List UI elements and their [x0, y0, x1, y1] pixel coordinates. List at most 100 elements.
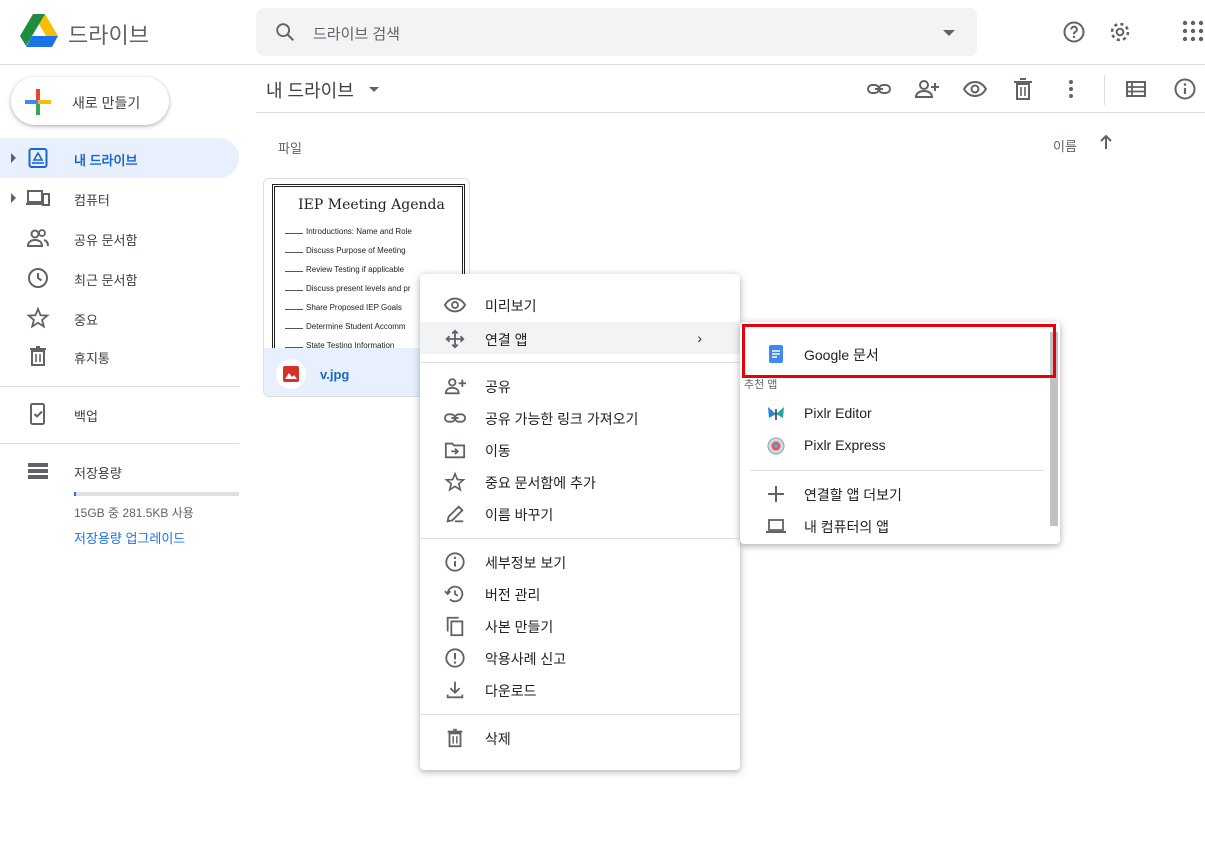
menu-item-move[interactable]: 이동: [420, 433, 740, 465]
files-section-label: 파일: [278, 141, 302, 156]
menu-item-label: 사본 만들기: [485, 619, 554, 635]
menu-item-rename[interactable]: 이름 바꾸기: [420, 497, 740, 529]
settings-gear-icon[interactable]: [1108, 20, 1132, 44]
submenu-section-label: 추천 앱: [744, 379, 778, 391]
sidebar-item-trash[interactable]: 휴지통: [0, 336, 239, 376]
laptop-icon: [766, 516, 786, 536]
menu-item-report-abuse[interactable]: 악용사례 신고: [420, 641, 740, 673]
file-name: v.jpg: [320, 367, 350, 382]
search-icon[interactable]: [274, 21, 296, 43]
sidebar-item-recent[interactable]: 최근 문서함: [0, 258, 239, 298]
app-title[interactable]: 드라이브: [68, 18, 149, 50]
add-person-icon[interactable]: [914, 77, 940, 101]
sidebar-item-label: 저장용량: [74, 466, 122, 481]
menu-item-label: 다운로드: [485, 683, 537, 699]
menu-item-label: 공유: [485, 379, 511, 395]
submenu-item-pixlr-express[interactable]: Pixlr Express: [740, 429, 1050, 461]
menu-item-share[interactable]: 공유: [420, 369, 740, 401]
expand-arrow-icon[interactable]: [11, 153, 16, 163]
header-divider: [1104, 75, 1105, 105]
thumbnail-title: IEP Meeting Agenda: [298, 197, 445, 213]
sidebar-item-label: 공유 문서함: [74, 233, 138, 248]
submenu-item-connect-more-apps[interactable]: 연결할 앱 더보기: [740, 477, 1050, 509]
submenu-item-computer-apps[interactable]: 내 컴퓨터의 앱: [740, 509, 1050, 541]
menu-item-label: 공유 가능한 링크 가져오기: [485, 411, 639, 427]
sidebar-item-storage[interactable]: 저장용량: [0, 451, 239, 491]
breadcrumb[interactable]: 내 드라이브: [266, 77, 354, 103]
image-file-icon: [276, 359, 306, 389]
menu-item-preview[interactable]: 미리보기: [420, 288, 740, 320]
chevron-right-icon: ›: [697, 330, 702, 346]
trash-icon: [444, 727, 466, 749]
shared-people-icon: [26, 226, 50, 250]
sidebar-divider: [0, 443, 239, 444]
sidebar-item-starred[interactable]: 중요: [0, 298, 239, 338]
menu-item-label: 버전 관리: [485, 587, 541, 603]
sidebar-item-shared[interactable]: 공유 문서함: [0, 218, 239, 258]
sidebar-item-label: 백업: [74, 409, 98, 424]
menu-item-versions[interactable]: 버전 관리: [420, 577, 740, 609]
sidebar-item-backup[interactable]: 백업: [0, 394, 239, 434]
star-icon: [26, 306, 50, 330]
link-icon: [444, 407, 466, 429]
thumbnail-line: Share Proposed IEP Goals: [285, 303, 402, 312]
list-view-icon[interactable]: [1125, 77, 1147, 101]
submenu-item-pixlr-editor[interactable]: Pixlr Editor: [740, 397, 1050, 429]
context-menu: 미리보기 연결 앱 › 공유 공유 가능한 링크 가져오기 이동 중요 문서함에…: [420, 274, 740, 770]
thumbnail-line: Discuss Purpose of Meeting: [285, 246, 406, 255]
menu-divider: [420, 714, 740, 715]
storage-progress-fill: [74, 492, 76, 496]
menu-item-open-with[interactable]: 연결 앱 ›: [420, 322, 740, 354]
pencil-icon: [444, 503, 466, 525]
menu-item-label: 세부정보 보기: [485, 555, 567, 571]
search-options-dropdown-icon[interactable]: [943, 30, 955, 36]
clock-icon: [26, 266, 50, 290]
menu-item-label: 악용사례 신고: [485, 651, 567, 667]
backup-icon: [26, 402, 50, 426]
drive-logo-icon[interactable]: [20, 14, 58, 48]
sort-by-name-button[interactable]: 이름: [1053, 136, 1077, 155]
computer-icon: [26, 186, 50, 210]
info-icon[interactable]: [1173, 77, 1197, 101]
search-bar[interactable]: 드라이브 검색: [256, 8, 977, 56]
expand-arrow-icon[interactable]: [11, 193, 16, 203]
sort-ascending-arrow-icon[interactable]: [1097, 133, 1115, 153]
menu-item-download[interactable]: 다운로드: [420, 673, 740, 705]
submenu-item-label: 연결할 앱 더보기: [804, 487, 902, 503]
highlight-annotation-box: [742, 324, 1056, 378]
link-icon[interactable]: [866, 77, 892, 101]
sidebar-item-my-drive[interactable]: 내 드라이브: [0, 138, 239, 178]
delete-trash-icon[interactable]: [1012, 77, 1034, 101]
storage-usage-text: 15GB 중 281.5KB 사용: [74, 506, 194, 520]
menu-item-delete[interactable]: 삭제: [420, 721, 740, 753]
menu-item-get-link[interactable]: 공유 가능한 링크 가져오기: [420, 401, 740, 433]
preview-eye-icon[interactable]: [962, 77, 988, 101]
breadcrumb-dropdown-icon[interactable]: [369, 87, 379, 92]
eye-icon: [444, 294, 466, 316]
apps-grid-icon[interactable]: [1182, 20, 1204, 42]
new-button-label: 새로 만들기: [72, 95, 141, 111]
submenu-item-label: 내 컴퓨터의 앱: [804, 519, 890, 535]
storage-progress-bar: [74, 492, 239, 496]
menu-divider: [420, 538, 740, 539]
content-header: 내 드라이브: [256, 65, 1205, 113]
help-icon[interactable]: [1062, 20, 1086, 44]
upgrade-storage-link[interactable]: 저장용량 업그레이드: [74, 528, 185, 547]
menu-item-label: 연결 앱: [485, 332, 528, 348]
menu-item-label: 이동: [485, 443, 511, 459]
sidebar-item-label: 중요: [74, 313, 98, 328]
menu-item-add-starred[interactable]: 중요 문서함에 추가: [420, 465, 740, 497]
submenu-divider: [750, 470, 1044, 471]
menu-item-copy[interactable]: 사본 만들기: [420, 609, 740, 641]
new-button[interactable]: 새로 만들기: [11, 77, 169, 125]
sidebar-item-computers[interactable]: 컴퓨터: [0, 178, 239, 218]
star-outline-icon: [444, 471, 466, 493]
info-icon: [444, 551, 466, 573]
menu-item-details[interactable]: 세부정보 보기: [420, 545, 740, 577]
trash-icon: [26, 344, 50, 368]
pixlr-express-icon: [766, 436, 786, 456]
copy-icon: [444, 615, 466, 637]
search-placeholder[interactable]: 드라이브 검색: [313, 23, 400, 44]
more-vert-icon[interactable]: [1068, 77, 1074, 101]
colorful-plus-icon: [25, 89, 51, 115]
